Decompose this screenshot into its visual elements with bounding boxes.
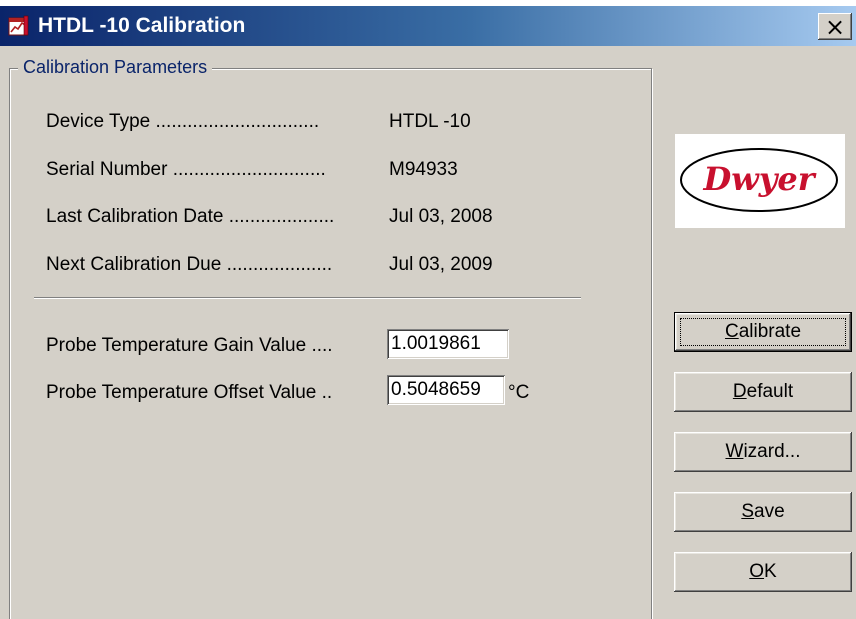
window-title: HTDL -10 Calibration [38,14,246,37]
offset-label: Probe Temperature Offset Value .. [46,382,333,403]
svg-text:Dwyer: Dwyer [702,160,816,198]
last-calibration-date-label: Last Calibration Date ..................… [46,206,335,227]
last-calibration-date-value: Jul 03, 2008 [389,206,493,227]
next-calibration-due-value: Jul 03, 2009 [389,254,493,275]
save-label: Save [741,501,785,522]
serial-number-label: Serial Number ..........................… [46,159,326,180]
serial-number-value: M94933 [389,159,458,180]
save-button[interactable]: Save [674,492,852,532]
title-bar[interactable]: HTDL -10 Calibration × [0,6,856,46]
close-button[interactable]: × [818,13,852,40]
gain-value-input[interactable] [387,329,509,359]
gain-label: Probe Temperature Gain Value .... [46,335,333,356]
app-icon [8,15,29,36]
next-calibration-due-label: Next Calibration Due ...................… [46,254,333,275]
default-button[interactable]: Default [674,372,852,412]
device-type-value: HTDL -10 [389,111,471,132]
ok-label: OK [749,561,777,582]
close-icon: × [824,12,846,41]
calibrate-button[interactable]: Calibrate [674,312,852,352]
group-legend: Calibration Parameters [18,57,213,78]
focus-rect [680,318,846,346]
dwyer-logo: Dwyer [675,134,845,228]
offset-value-input[interactable] [387,375,505,405]
wizard-label: Wizard... [725,441,801,462]
default-label: Default [732,381,794,402]
ok-button[interactable]: OK [674,552,852,592]
wizard-button[interactable]: Wizard... [674,432,852,472]
calibration-dialog: HTDL -10 Calibration × Calibration Param… [0,6,856,619]
offset-unit: °C [508,382,530,403]
device-type-label: Device Type ............................… [46,111,320,132]
separator [34,297,581,299]
